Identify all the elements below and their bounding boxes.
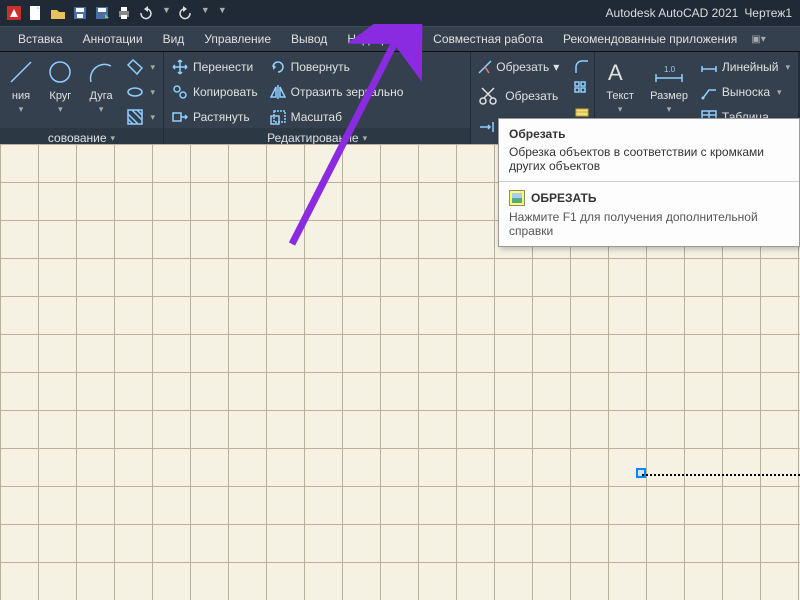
document-name: Чертеж1 bbox=[744, 6, 792, 20]
tab-insert[interactable]: Вставка bbox=[8, 26, 73, 52]
rotate-button[interactable]: Повернуть bbox=[268, 56, 406, 78]
redo-dropdown[interactable]: ▼ bbox=[201, 5, 210, 21]
trim-label: Обрезать bbox=[496, 60, 549, 74]
dimension-label: Размер bbox=[650, 90, 688, 102]
tab-annotate[interactable]: Аннотации bbox=[73, 26, 153, 52]
array-button[interactable] bbox=[573, 80, 591, 98]
tooltip-title: Обрезать bbox=[509, 127, 789, 141]
mirror-icon bbox=[270, 84, 286, 100]
trim-icon bbox=[477, 59, 493, 75]
tabs-more-dropdown[interactable]: ▣▾ bbox=[751, 34, 765, 45]
copy-label: Копировать bbox=[193, 85, 258, 99]
tab-addins[interactable]: Надстройки bbox=[337, 26, 423, 52]
stretch-button[interactable]: Растянуть bbox=[170, 106, 260, 128]
save-icon[interactable] bbox=[72, 5, 88, 21]
tab-output[interactable]: Вывод bbox=[281, 26, 337, 52]
mirror-button[interactable]: Отразить зеркально bbox=[268, 81, 406, 103]
redo-icon[interactable] bbox=[177, 5, 193, 21]
panel-draw: ния ▾ Круг ▾ Дуга ▾ ▾ ▾ ▾ совование▾ bbox=[0, 52, 164, 144]
move-icon bbox=[172, 59, 188, 75]
copy-icon bbox=[172, 84, 188, 100]
mirror-label: Отразить зеркально bbox=[291, 85, 404, 99]
ribbon-tabs: Вставка Аннотации Вид Управление Вывод Н… bbox=[0, 26, 800, 52]
tab-collab[interactable]: Совместная работа bbox=[423, 26, 553, 52]
tab-featured[interactable]: Рекомендованные приложения bbox=[553, 26, 747, 52]
ellipse-button[interactable]: ▾ bbox=[125, 81, 157, 103]
scissors-icon bbox=[477, 85, 499, 107]
crosshair-pickbox bbox=[636, 468, 646, 478]
tooltip-cmd-icon bbox=[509, 190, 525, 206]
circle-button[interactable]: Круг ▾ bbox=[44, 56, 77, 115]
text-button[interactable]: A Текст ▾ bbox=[601, 56, 639, 115]
trim-button[interactable]: Обрезать bbox=[477, 56, 549, 78]
stretch-icon bbox=[172, 109, 188, 125]
linear-dim-label: Линейный bbox=[722, 60, 779, 74]
rotate-icon bbox=[270, 59, 286, 75]
quick-access-toolbar: ▼ ▼ ▼ bbox=[0, 5, 227, 21]
saveas-icon[interactable] bbox=[94, 5, 110, 21]
hatch-button[interactable]: ▾ bbox=[125, 106, 157, 128]
scale-label: Масштаб bbox=[291, 110, 342, 124]
qat-customize-dropdown[interactable]: ▼ bbox=[218, 5, 227, 21]
fillet-button[interactable] bbox=[573, 58, 591, 76]
leader-label: Выноска bbox=[722, 85, 770, 99]
tooltip-help: Нажмите F1 для получения дополнительной … bbox=[509, 210, 789, 238]
move-button[interactable]: Перенести bbox=[170, 56, 260, 78]
tooltip-description: Обрезка объектов в соответствии с кромка… bbox=[509, 145, 789, 173]
new-icon[interactable] bbox=[28, 5, 44, 21]
text-label: Текст bbox=[606, 90, 634, 102]
line-label: ния bbox=[12, 90, 30, 102]
linear-dim-icon bbox=[701, 59, 717, 75]
rect-button[interactable]: ▾ bbox=[125, 56, 157, 78]
rotate-label: Повернуть bbox=[291, 60, 350, 74]
scale-icon bbox=[270, 109, 286, 125]
svg-text:A: A bbox=[608, 60, 623, 85]
arc-button[interactable]: Дуга ▾ bbox=[85, 56, 118, 115]
svg-text:1.0: 1.0 bbox=[664, 65, 676, 74]
app-title: Autodesk AutoCAD 2021 bbox=[606, 6, 739, 20]
circle-label: Круг bbox=[49, 90, 71, 102]
tooltip-trim: Обрезать Обрезка объектов в соответствии… bbox=[498, 118, 800, 247]
leader-icon bbox=[701, 84, 717, 100]
crosshair-horizontal bbox=[642, 474, 800, 476]
move-label: Перенести bbox=[193, 60, 253, 74]
linear-dim-button[interactable]: Линейный▾ bbox=[699, 56, 792, 78]
undo-dropdown[interactable]: ▼ bbox=[162, 5, 171, 21]
tab-view[interactable]: Вид bbox=[153, 26, 195, 52]
trim-big-button[interactable]: Обрезать bbox=[477, 82, 558, 110]
draw-small-column: ▾ ▾ ▾ bbox=[125, 56, 157, 128]
panel-modify: Перенести Копировать Растянуть Повернуть bbox=[164, 52, 471, 144]
extend-icon bbox=[479, 119, 495, 135]
tooltip-command: ОБРЕЗАТЬ bbox=[531, 191, 597, 205]
tab-manage[interactable]: Управление bbox=[194, 26, 281, 52]
app-menu-icon[interactable] bbox=[6, 5, 22, 21]
leader-button[interactable]: Выноска▾ bbox=[699, 81, 792, 103]
trim-dropdown[interactable]: ▾ bbox=[553, 60, 559, 74]
dimension-button[interactable]: 1.0 Размер ▾ bbox=[647, 56, 691, 115]
line-button[interactable]: ния ▾ bbox=[6, 56, 36, 115]
open-icon[interactable] bbox=[50, 5, 66, 21]
trim-big-label: Обрезать bbox=[505, 89, 558, 103]
undo-icon[interactable] bbox=[138, 5, 154, 21]
scale-button[interactable]: Масштаб bbox=[268, 106, 406, 128]
arc-label: Дуга bbox=[90, 90, 113, 102]
stretch-label: Растянуть bbox=[193, 110, 250, 124]
copy-button[interactable]: Копировать bbox=[170, 81, 260, 103]
title-bar: ▼ ▼ ▼ Autodesk AutoCAD 2021 Чертеж1 bbox=[0, 0, 800, 26]
print-icon[interactable] bbox=[116, 5, 132, 21]
